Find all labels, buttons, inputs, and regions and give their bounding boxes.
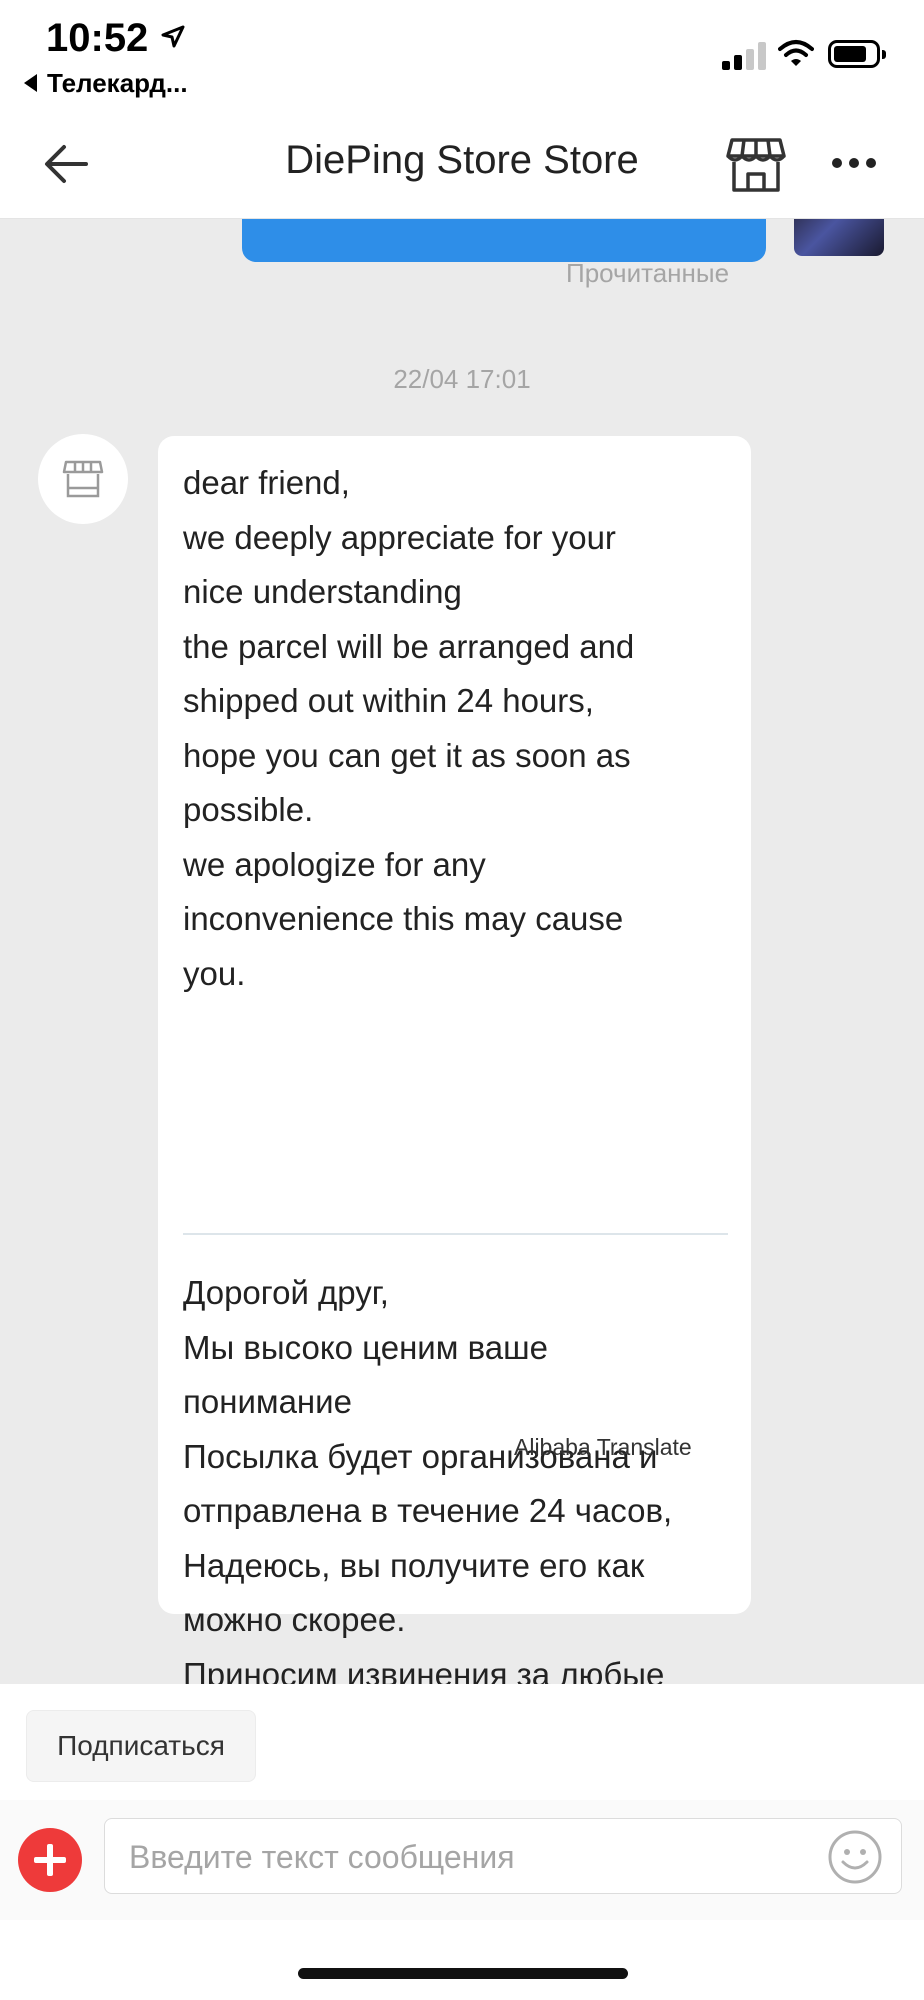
add-attachment-button[interactable]: [18, 1828, 82, 1892]
message-translated-text: Дорогой друг, Мы высоко ценим ваше поним…: [183, 1274, 673, 1684]
emoji-icon[interactable]: [827, 1829, 883, 1885]
message-input-container: [104, 1818, 902, 1894]
battery-icon: [828, 40, 886, 68]
home-indicator[interactable]: [298, 1968, 628, 1979]
back-app-label: Телекард...: [47, 68, 188, 98]
store-avatar[interactable]: [38, 434, 128, 524]
read-status: Прочитанные: [566, 258, 730, 288]
back-to-app-link[interactable]: Телекард...: [24, 68, 188, 99]
location-arrow-icon: [161, 25, 185, 48]
wifi-icon: [778, 40, 814, 66]
translation-divider: [183, 1233, 728, 1235]
store-avatar-icon: [62, 460, 104, 498]
sent-message-thumbnail[interactable]: [794, 218, 884, 256]
message-input[interactable]: [127, 1831, 821, 1883]
back-triangle-icon: [24, 74, 37, 93]
translation-credit: Alibaba Translate: [514, 1434, 692, 1460]
message-original-text: dear friend, we deeply appreciate for yo…: [183, 464, 635, 992]
cellular-signal-icon: [722, 40, 768, 70]
subscribe-button[interactable]: Подписаться: [26, 1710, 256, 1782]
chat-area[interactable]: Прочитанные 22/04 17:01 dear friend, we …: [0, 218, 924, 1684]
status-time: 10:52: [46, 16, 149, 60]
status-bar: 10:52 Телекард...: [0, 0, 924, 110]
more-options-icon[interactable]: [830, 158, 878, 172]
sent-message-bubble[interactable]: [242, 218, 766, 262]
message-timestamp: 22/04 17:01: [393, 364, 531, 394]
chat-header: DiePing Store Store: [0, 110, 924, 219]
store-icon[interactable]: [726, 134, 786, 194]
